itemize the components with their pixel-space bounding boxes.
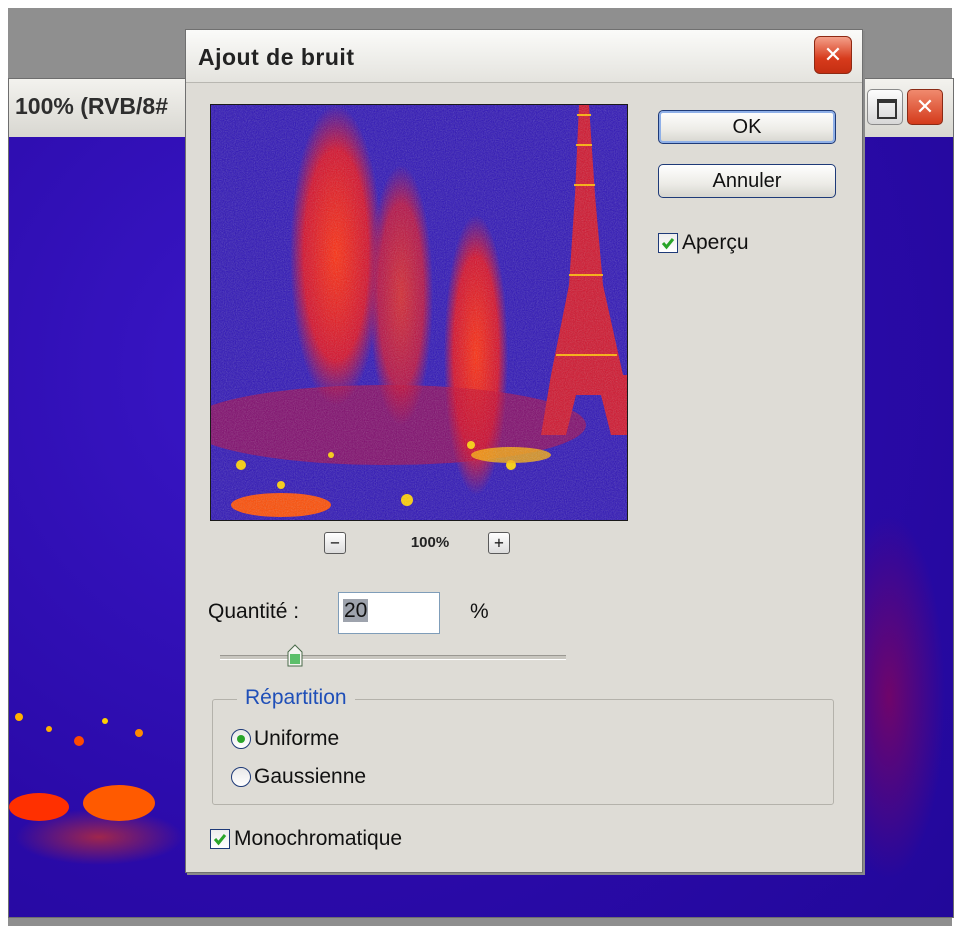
amount-unit: %	[470, 600, 489, 623]
preview-toggle[interactable]: Aperçu	[658, 230, 749, 256]
cancel-button[interactable]: Annuler	[658, 164, 836, 198]
preview-label: Aperçu	[682, 231, 749, 254]
preview-image-graphic	[211, 105, 627, 520]
zoom-out-button[interactable]: −	[324, 532, 346, 554]
radio-gaussian-button[interactable]	[231, 767, 251, 787]
document-title: 100% (RVB/8#	[15, 93, 168, 119]
dialog-title: Ajout de bruit	[198, 44, 355, 70]
radio-uniform-button[interactable]	[231, 729, 251, 749]
close-icon: ✕	[915, 94, 935, 120]
monochromatic-toggle[interactable]: Monochromatique	[210, 826, 402, 852]
dialog-title-bar[interactable]: Ajout de bruit ✕	[186, 30, 862, 83]
radio-uniform-label: Uniforme	[254, 727, 340, 750]
slider-thumb[interactable]	[286, 644, 304, 668]
checkmark-icon	[213, 834, 227, 846]
add-noise-dialog: Ajout de bruit ✕ − 100% + OK Annuler Ape…	[185, 29, 863, 873]
city-lights-graphic	[9, 713, 155, 821]
zoom-in-button[interactable]: +	[488, 532, 510, 554]
distribution-group: Répartition Uniforme Gaussienne	[212, 686, 834, 805]
amount-slider[interactable]	[220, 642, 566, 672]
monochromatic-label: Monochromatique	[234, 827, 403, 850]
slider-track[interactable]	[220, 655, 566, 660]
maximize-button[interactable]	[867, 89, 903, 125]
preview-image[interactable]	[210, 104, 628, 521]
preview-checkbox[interactable]	[658, 233, 678, 253]
zoom-controls: − 100% +	[210, 530, 626, 560]
ok-button[interactable]: OK	[658, 110, 836, 144]
zoom-level: 100%	[410, 534, 450, 551]
radio-gaussian-label: Gaussienne	[254, 765, 367, 788]
amount-label: Quantité :	[208, 600, 300, 623]
distribution-legend: Répartition	[237, 686, 355, 710]
amount-input[interactable]: 20	[338, 592, 440, 634]
close-icon: ✕	[823, 42, 843, 68]
monochromatic-checkbox[interactable]	[210, 829, 230, 849]
dialog-close-button[interactable]: ✕	[814, 36, 852, 74]
document-close-button[interactable]: ✕	[907, 89, 943, 125]
amount-value: 20	[343, 599, 369, 622]
radio-uniform[interactable]: Uniforme	[231, 726, 339, 752]
radio-gaussian[interactable]: Gaussienne	[231, 764, 366, 790]
checkmark-icon	[661, 238, 675, 250]
